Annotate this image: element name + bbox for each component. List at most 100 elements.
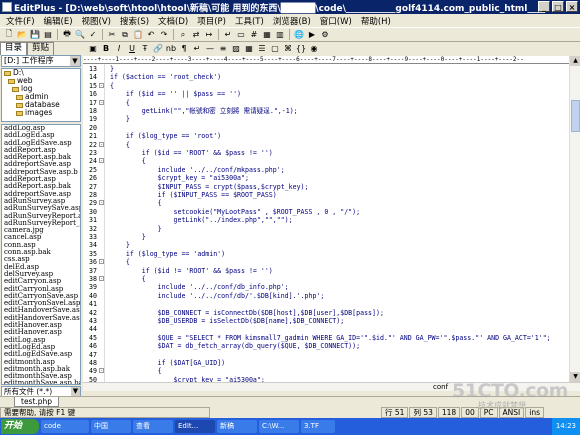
status-n2: 00: [461, 407, 479, 418]
fold-toggle-icon[interactable]: -: [99, 82, 104, 88]
scroll-down-icon[interactable]: ▼: [570, 372, 580, 382]
document-tabs: test.php: [0, 396, 580, 407]
table-icon[interactable]: ▦: [243, 43, 255, 55]
task-editplus[interactable]: EdIt...: [175, 420, 215, 433]
menu-help[interactable]: 帮助(H): [357, 14, 395, 27]
app-icon: [2, 2, 12, 12]
status-help: 需要帮助, 请按 F1 键: [0, 407, 210, 418]
chevron-down-icon[interactable]: ▼: [70, 56, 80, 66]
tab-document[interactable]: test.php: [14, 397, 60, 407]
underline-icon[interactable]: U: [126, 43, 138, 55]
code-text: $crypt_key = "ai5300a";: [110, 375, 265, 382]
line-number-icon[interactable]: #: [248, 29, 260, 41]
fold-toggle-icon[interactable]: -: [99, 200, 104, 206]
print-preview-icon[interactable]: 🔍: [74, 29, 86, 41]
fold-toggle-icon[interactable]: -: [99, 276, 104, 282]
undo-icon[interactable]: ↶: [145, 29, 157, 41]
script-icon[interactable]: {}: [295, 43, 307, 55]
center-icon[interactable]: ≡: [217, 43, 229, 55]
fold-toggle-icon[interactable]: -: [99, 259, 104, 265]
save-icon[interactable]: 💾: [29, 29, 41, 41]
cut-icon[interactable]: ✂: [106, 29, 118, 41]
status-pc: PC: [479, 407, 498, 418]
file-filter-value: 所有文件 (*.*): [4, 387, 53, 396]
bold-icon[interactable]: B: [100, 43, 112, 55]
menu-project[interactable]: 项目(P): [193, 14, 230, 27]
paste-icon[interactable]: 📋: [132, 29, 144, 41]
list-item[interactable]: editmonthSave.asp.ba: [2, 380, 80, 384]
folder-icon: [16, 110, 23, 116]
new-file-icon[interactable]: 🗋: [3, 29, 15, 41]
menu-tools[interactable]: 工具(T): [231, 14, 268, 27]
task-explorer[interactable]: C:\W...: [259, 420, 299, 433]
image-icon[interactable]: ▨: [230, 43, 242, 55]
comment-icon[interactable]: ⌘: [282, 43, 294, 55]
tree-item[interactable]: web: [2, 77, 80, 85]
print-icon[interactable]: 🖶: [61, 29, 73, 41]
form-icon[interactable]: ▢: [269, 43, 281, 55]
menu-browser[interactable]: 浏览器(B): [269, 14, 315, 27]
task-view[interactable]: 查看: [133, 420, 173, 433]
open-folder-icon[interactable]: 📂: [16, 29, 28, 41]
cliptext-icon[interactable]: ▥: [274, 29, 286, 41]
settings-icon[interactable]: ⚙: [319, 29, 331, 41]
menu-file[interactable]: 文件(F): [2, 14, 39, 27]
maximize-button[interactable]: □: [552, 1, 564, 12]
find-icon[interactable]: ⌕: [177, 29, 189, 41]
scroll-up-icon[interactable]: ▲: [570, 56, 580, 66]
copy-icon[interactable]: ⧉: [119, 29, 131, 41]
font-icon[interactable]: Ŧ: [139, 43, 151, 55]
line-number: 50: [89, 375, 97, 382]
goto-icon[interactable]: ↦: [203, 29, 215, 41]
title-bar[interactable]: EditPlus - [D:\web\soft\htool\htool\新稿\可…: [0, 0, 580, 14]
hr-icon[interactable]: —: [204, 43, 216, 55]
fold-toggle-icon[interactable]: -: [99, 99, 104, 105]
vertical-scrollbar[interactable]: ▲ ▼: [569, 56, 580, 382]
nbsp-icon[interactable]: nb: [165, 43, 177, 55]
directory-icon[interactable]: ▦: [261, 29, 273, 41]
menu-window[interactable]: 窗口(W): [316, 14, 356, 27]
close-button[interactable]: ×: [566, 1, 578, 12]
file-list: addLog.asp addLogEd.asp addLogEdSave.asp ad…: [1, 124, 81, 385]
link-icon[interactable]: 🔗: [152, 43, 164, 55]
menu-document[interactable]: 文档(D): [154, 14, 192, 27]
ruler-icon[interactable]: ▭: [235, 29, 247, 41]
editplus-window: EditPlus - [D:\web\soft\htool\htool\新稿\可…: [0, 0, 580, 435]
list-icon[interactable]: ☰: [256, 43, 268, 55]
tab-cliptext[interactable]: 剪贴: [27, 42, 55, 55]
code-editor[interactable]: 13} 14 if ($action == 'root_check') 15-{16 …: [83, 64, 569, 382]
task-china[interactable]: 中国: [91, 420, 131, 433]
tree-item[interactable]: images: [2, 109, 80, 117]
chevron-down-icon[interactable]: ▼: [71, 387, 80, 396]
menu-view[interactable]: 视图(V): [78, 14, 115, 27]
fold-toggle-icon[interactable]: -: [99, 141, 104, 147]
spell-check-icon[interactable]: ✓: [87, 29, 99, 41]
word-wrap-icon[interactable]: ↵: [222, 29, 234, 41]
paragraph-icon[interactable]: ¶: [178, 43, 190, 55]
browser-icon[interactable]: 🌐: [293, 29, 305, 41]
task-tf[interactable]: 3.TF: [301, 420, 335, 433]
fold-toggle-icon[interactable]: -: [99, 158, 104, 164]
start-button[interactable]: 开始: [1, 419, 39, 434]
tree-item[interactable]: D:\: [2, 69, 80, 77]
redo-icon[interactable]: ↷: [158, 29, 170, 41]
task-code[interactable]: code: [41, 420, 89, 433]
hscroll-label: conf: [433, 383, 449, 391]
scroll-thumb[interactable]: [571, 100, 580, 132]
task-newdraft[interactable]: 新稿: [217, 420, 257, 433]
window-title: EditPlus - [D:\web\soft\htool\htool\新稿\可…: [14, 4, 546, 14]
drive-select[interactable]: [D:] 工作程序 ▼: [1, 55, 81, 67]
save-all-icon[interactable]: ▤: [42, 29, 54, 41]
italic-icon[interactable]: I: [113, 43, 125, 55]
preview-icon[interactable]: ◉: [308, 43, 320, 55]
replace-icon[interactable]: ⇄: [190, 29, 202, 41]
fold-toggle-icon[interactable]: -: [99, 368, 104, 374]
color-icon[interactable]: ▣: [87, 43, 99, 55]
menu-search[interactable]: 搜索(S): [116, 14, 153, 27]
break-icon[interactable]: ↵: [191, 43, 203, 55]
html-toolbar: ▣ B I U Ŧ 🔗 nb ¶ ↵ — ≡ ▨ ▦ ☰ ▢ ⌘ {} ◉: [83, 42, 580, 56]
tab-directory[interactable]: 目录: [0, 42, 28, 55]
run-icon[interactable]: ▶: [306, 29, 318, 41]
menu-edit[interactable]: 编辑(E): [40, 14, 77, 27]
minimize-button[interactable]: _: [538, 1, 550, 12]
